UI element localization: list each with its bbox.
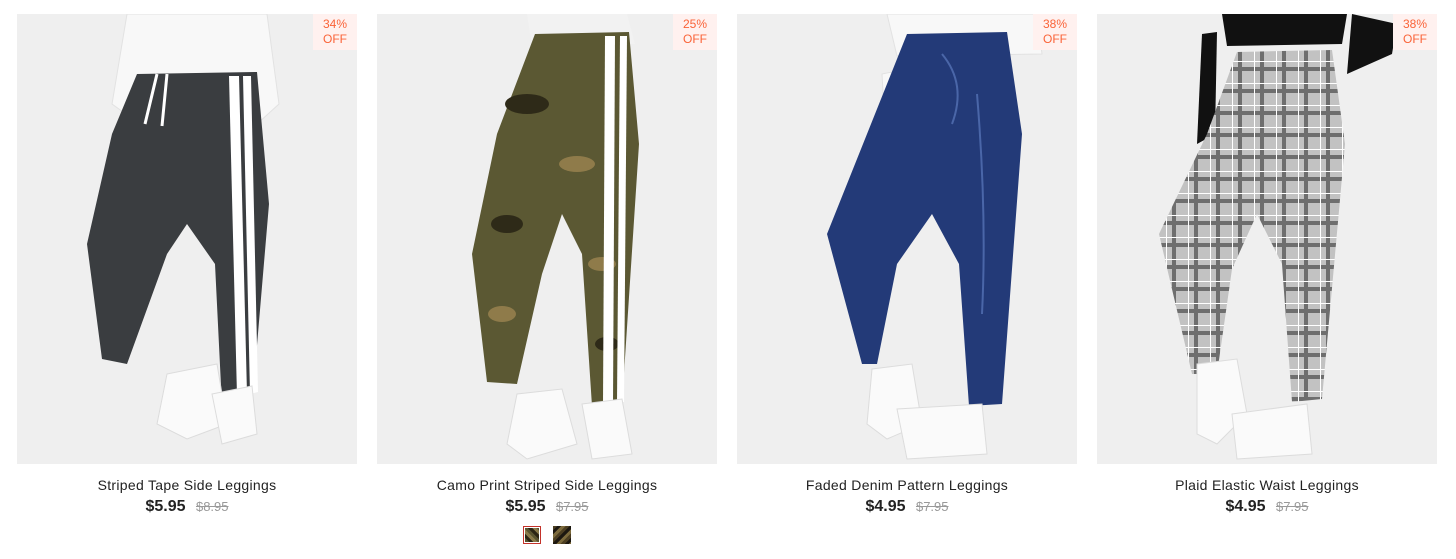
price-row: $4.95 $7.95 (737, 498, 1077, 516)
discount-off-label: OFF (1043, 32, 1067, 46)
discount-percent: 38% (1402, 17, 1428, 31)
product-title[interactable]: Striped Tape Side Leggings (17, 477, 357, 493)
discount-badge: 25% OFF (673, 14, 717, 50)
product-card[interactable]: 25% OFF Camo Print Striped Side Leggings… (377, 14, 717, 544)
sale-price: $4.95 (1225, 498, 1266, 515)
original-price: $7.95 (1275, 499, 1309, 514)
leggings-photo (1097, 14, 1437, 464)
product-card[interactable]: 38% OFF Plaid Elastic Waist Leggings $4.… (1097, 14, 1437, 516)
color-swatches (377, 526, 717, 544)
leggings-photo (737, 14, 1077, 464)
product-card[interactable]: 38% OFF Faded Denim Pattern Leggings $4.… (737, 14, 1077, 516)
original-price: $7.95 (555, 499, 589, 514)
original-price: $7.95 (915, 499, 949, 514)
swatch-camo-green-fill (525, 528, 539, 542)
sale-price: $5.95 (145, 498, 186, 515)
product-card[interactable]: 34% OFF Striped Tape Side Leggings $5.95… (17, 14, 357, 516)
discount-badge: 34% OFF (313, 14, 357, 50)
product-image[interactable]: 25% OFF (377, 14, 717, 464)
product-title[interactable]: Camo Print Striped Side Leggings (377, 477, 717, 493)
sale-price: $4.95 (865, 498, 906, 515)
swatch-camo-brown-fill (553, 526, 571, 544)
discount-off-label: OFF (323, 32, 347, 46)
leggings-photo (377, 14, 717, 464)
product-image[interactable]: 34% OFF (17, 14, 357, 464)
product-title[interactable]: Plaid Elastic Waist Leggings (1097, 477, 1437, 493)
discount-percent: 34% (322, 17, 348, 31)
price-row: $4.95 $7.95 (1097, 498, 1437, 516)
sale-price: $5.95 (505, 498, 546, 515)
leggings-photo (17, 14, 357, 464)
swatch-camo-brown[interactable] (553, 526, 571, 544)
price-row: $5.95 $8.95 (17, 498, 357, 516)
discount-percent: 38% (1042, 17, 1068, 31)
discount-off-label: OFF (683, 32, 707, 46)
discount-percent: 25% (682, 17, 708, 31)
discount-badge: 38% OFF (1033, 14, 1077, 50)
swatch-camo-green[interactable] (523, 526, 541, 544)
product-title[interactable]: Faded Denim Pattern Leggings (737, 477, 1077, 493)
discount-badge: 38% OFF (1393, 14, 1437, 50)
product-image[interactable]: 38% OFF (737, 14, 1077, 464)
product-image[interactable]: 38% OFF (1097, 14, 1437, 464)
discount-off-label: OFF (1403, 32, 1427, 46)
product-grid: 34% OFF Striped Tape Side Leggings $5.95… (0, 0, 1456, 559)
price-row: $5.95 $7.95 (377, 498, 717, 516)
original-price: $8.95 (195, 499, 229, 514)
